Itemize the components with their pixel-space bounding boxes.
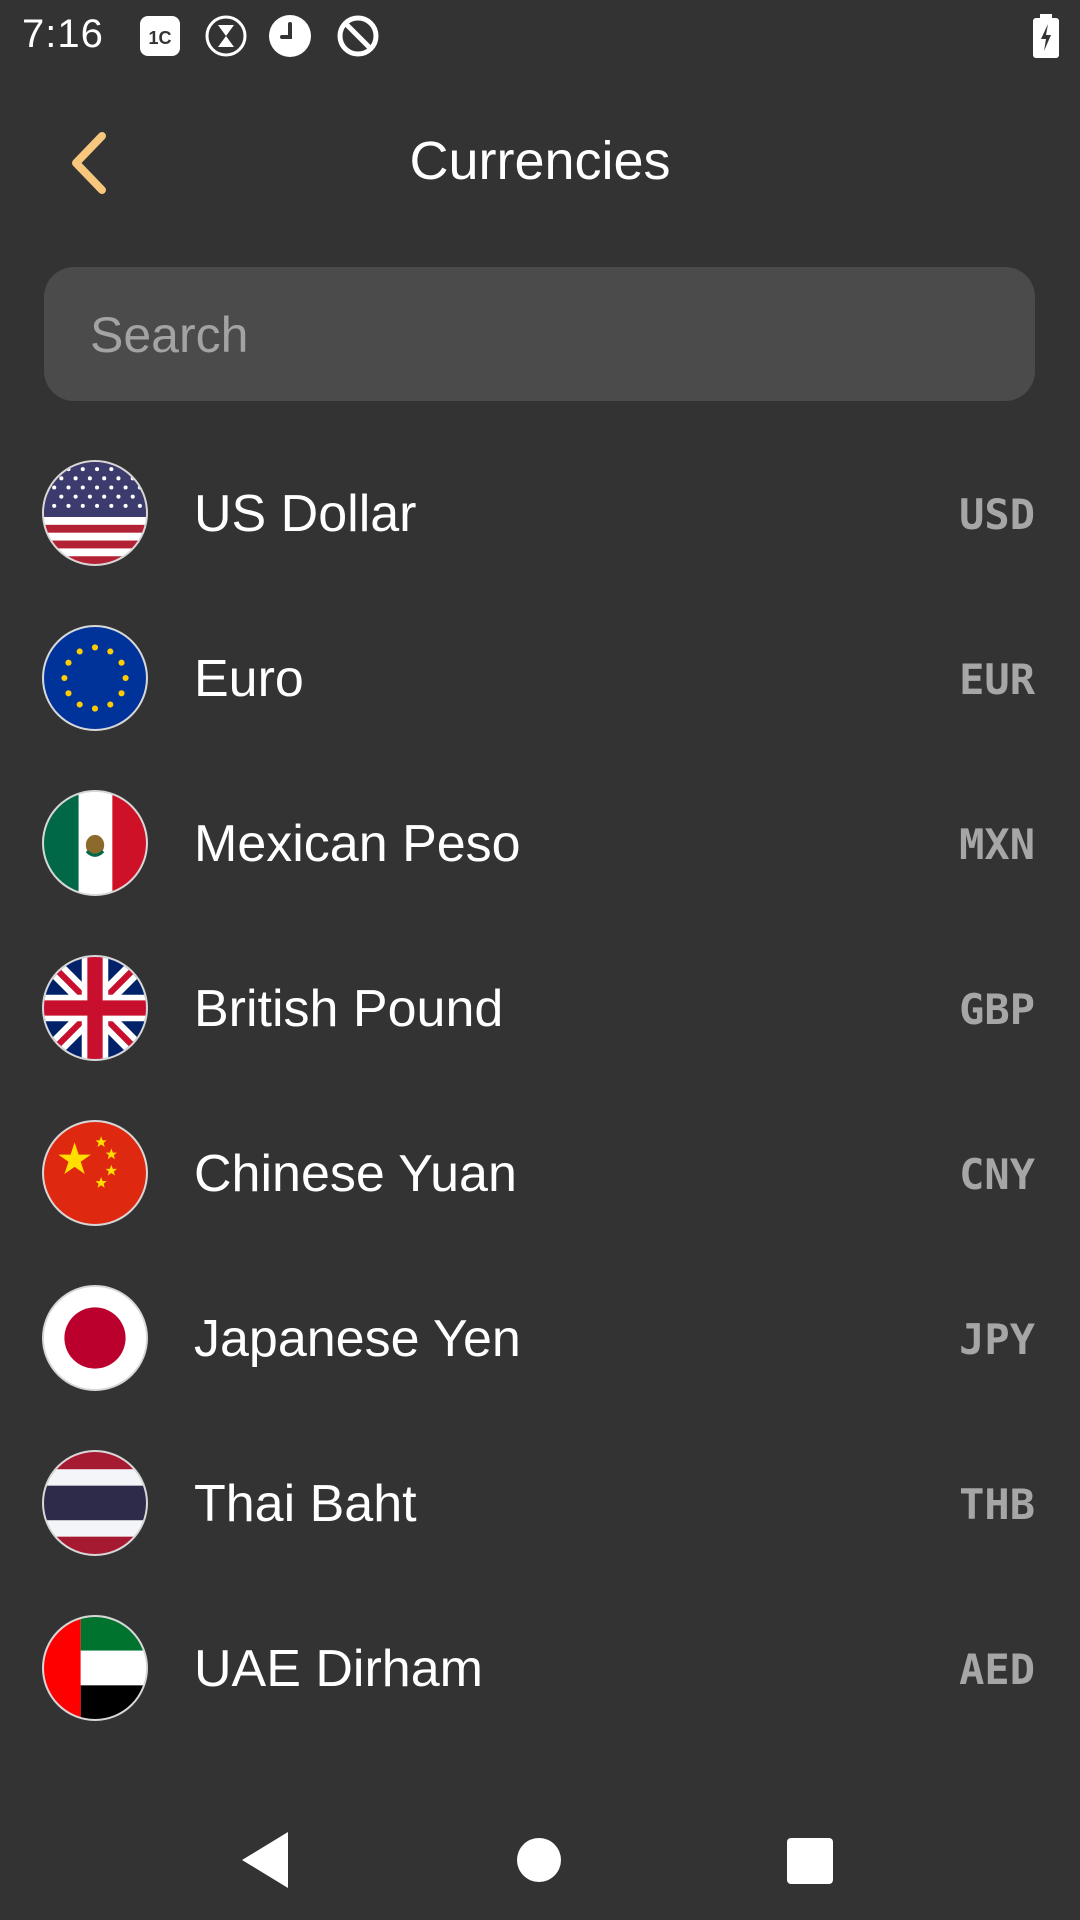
search-input[interactable] (88, 267, 992, 403)
triangle-back-icon (242, 1832, 288, 1888)
currency-row-cny[interactable]: Chinese Yuan CNY (0, 1100, 1080, 1265)
currency-row-jpy[interactable]: Japanese Yen JPY (0, 1265, 1080, 1430)
status-bar: 7:16 1C (0, 0, 1080, 72)
japan-flag-icon (42, 1285, 148, 1391)
currency-name: Euro (194, 650, 304, 708)
uk-flag-icon (42, 955, 148, 1061)
currency-name: Mexican Peso (194, 815, 521, 873)
currency-code: MXN (959, 820, 1035, 869)
clock-icon (269, 15, 311, 57)
currency-code: AED (959, 1645, 1035, 1694)
page-title: Currencies (409, 131, 671, 191)
hourglass-icon (205, 15, 247, 57)
currency-row-aed[interactable]: UAE Dirham AED (0, 1595, 1080, 1760)
currency-code: CNY (959, 1150, 1035, 1199)
currency-name: British Pound (194, 980, 504, 1038)
navigation-bar (0, 1800, 1080, 1920)
currency-code: GBP (959, 985, 1035, 1034)
nav-back-button[interactable] (228, 1822, 304, 1898)
eu-flag-icon (42, 625, 148, 731)
currencies-screen: 7:16 1C Currencies Search US Dollar USD … (0, 0, 1080, 1920)
thailand-flag-icon (42, 1450, 148, 1556)
currency-row-eur[interactable]: Euro EUR (0, 605, 1080, 770)
search-box[interactable] (44, 267, 1035, 403)
currency-name: UAE Dirham (194, 1640, 483, 1698)
battery-charging-icon (1033, 14, 1059, 58)
header: Currencies (0, 110, 1080, 220)
status-time: 7:16 (22, 12, 104, 56)
svg-text:1C: 1C (148, 28, 171, 48)
currency-row-usd[interactable]: US Dollar USD (0, 440, 1080, 605)
china-flag-icon (42, 1120, 148, 1226)
nav-recents-button[interactable] (771, 1822, 847, 1898)
sim-card-icon: 1C (140, 16, 180, 56)
nav-home-button[interactable] (501, 1822, 577, 1898)
currency-code: JPY (959, 1315, 1035, 1364)
currency-list: US Dollar USD Euro EUR Mexican Peso MXN … (0, 440, 1080, 1760)
us-flag-icon (42, 460, 148, 566)
currency-row-gbp[interactable]: British Pound GBP (0, 935, 1080, 1100)
no-sync-icon (337, 15, 379, 57)
currency-name: Japanese Yen (194, 1310, 521, 1368)
currency-code: EUR (959, 655, 1035, 704)
square-recents-icon (787, 1838, 833, 1884)
circle-home-icon (517, 1838, 561, 1882)
currency-code: USD (959, 490, 1035, 539)
mexico-flag-icon (42, 790, 148, 896)
currency-name: Thai Baht (194, 1475, 417, 1533)
currency-name: Chinese Yuan (194, 1145, 517, 1203)
currency-row-mxn[interactable]: Mexican Peso MXN (0, 770, 1080, 935)
currency-name: US Dollar (194, 485, 417, 543)
uae-flag-icon (42, 1615, 148, 1721)
currency-row-thb[interactable]: Thai Baht THB (0, 1430, 1080, 1595)
currency-code: THB (959, 1480, 1035, 1529)
